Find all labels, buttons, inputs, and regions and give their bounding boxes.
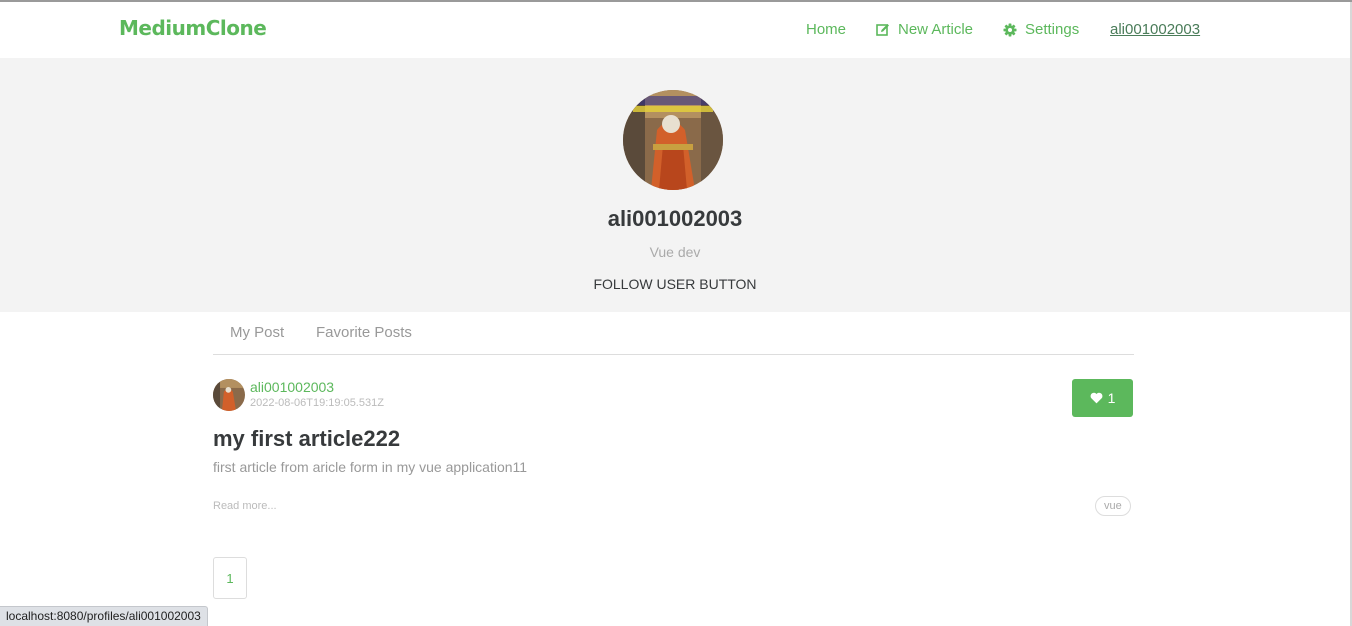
profile-banner: ali001002003 Vue dev FOLLOW USER BUTTON [0, 58, 1350, 312]
article-author-link[interactable]: ali001002003 [250, 379, 334, 395]
article-date: 2022-08-06T19:19:05.531Z [250, 397, 384, 409]
tab-my-posts[interactable]: My Post [230, 324, 284, 341]
article-title[interactable]: my first article222 [213, 426, 400, 452]
nav-home-link[interactable]: Home [806, 21, 846, 38]
author-avatar[interactable] [213, 379, 245, 411]
follow-user-button[interactable]: FOLLOW USER BUTTON [0, 276, 1350, 292]
nav-settings-link[interactable]: Settings [1003, 21, 1079, 38]
gear-icon [1003, 23, 1017, 36]
article-preview: ali001002003 2022-08-06T19:19:05.531Z 1 … [213, 378, 1134, 523]
nav-home-label: Home [806, 21, 847, 38]
profile-avatar-image [623, 90, 723, 190]
nav-links: Home New Article Settings ali001002003 [0, 21, 1350, 43]
read-more-link[interactable]: Read more... [213, 500, 277, 512]
profile-avatar [623, 90, 723, 190]
nav-new-article-link[interactable]: New Article [876, 21, 973, 38]
feed-tabs: My Post Favorite Posts [213, 312, 1134, 355]
edit-icon [876, 23, 889, 36]
profile-username: ali001002003 [607, 206, 743, 231]
browser-status-url: localhost:8080/profiles/ali001002003 [0, 606, 208, 626]
navbar: MediumClone Home New Article Settings al… [0, 2, 1350, 58]
favorite-button[interactable]: 1 [1072, 379, 1133, 417]
pagination-page-1[interactable]: 1 [213, 557, 247, 599]
article-description: first article from aricle form in my vue… [213, 459, 528, 475]
nav-settings-label: Settings [1025, 21, 1080, 38]
nav-new-article-label: New Article [898, 21, 974, 38]
nav-profile-link[interactable]: ali001002003 [1110, 21, 1200, 38]
tag-pill[interactable]: vue [1095, 496, 1131, 516]
heart-icon [1090, 392, 1103, 404]
profile-bio: Vue dev [649, 244, 701, 260]
tab-favorite-posts[interactable]: Favorite Posts [316, 324, 412, 341]
favorite-count: 1 [1107, 390, 1116, 406]
author-avatar-image [213, 379, 245, 411]
